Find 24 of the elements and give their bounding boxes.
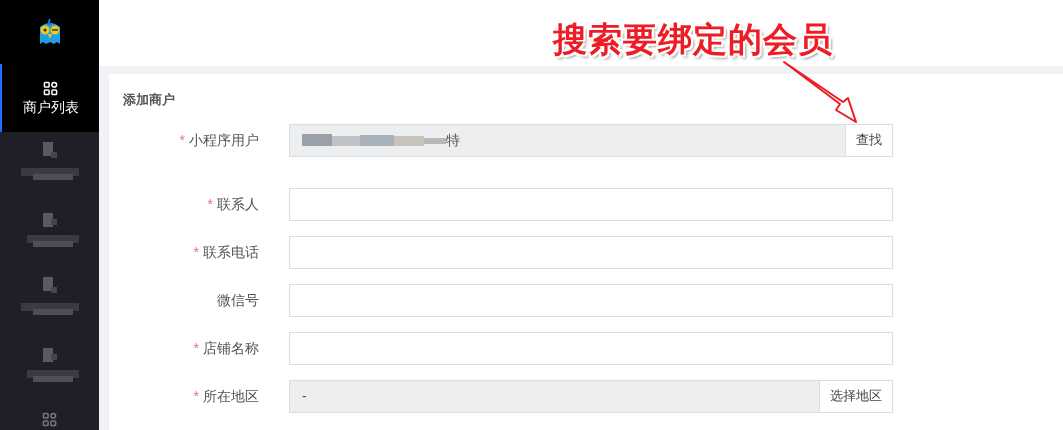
required-asterisk: * xyxy=(179,130,185,150)
picker-field[interactable]: 特 查找 xyxy=(289,123,893,157)
required-asterisk: * xyxy=(207,194,213,214)
field-label: 微信号 xyxy=(217,290,259,310)
field-label: 联系人 xyxy=(217,194,259,214)
field-value: - xyxy=(302,386,307,406)
required-asterisk: * xyxy=(193,338,199,358)
sidebar-item[interactable]: 商户列表 xyxy=(0,64,99,132)
picker-field[interactable]: - 选择地区 xyxy=(289,379,893,413)
required-asterisk: * xyxy=(193,386,199,406)
form-title: 添加商户 xyxy=(123,91,175,109)
required-asterisk: * xyxy=(193,242,199,262)
field-value: 特 xyxy=(446,130,460,150)
field-label: 小程序用户 xyxy=(189,130,259,150)
input-field[interactable] xyxy=(289,283,893,317)
field-label: 店铺名称 xyxy=(203,338,259,358)
grid-icon xyxy=(42,412,57,428)
input-field[interactable] xyxy=(289,187,893,221)
annotation-text: 搜索要绑定的会员 xyxy=(553,22,833,56)
field-label: 联系电话 xyxy=(203,242,259,262)
input-field[interactable] xyxy=(289,331,893,365)
field-label: 所在地区 xyxy=(203,386,259,406)
input-field[interactable] xyxy=(289,235,893,269)
grid-icon xyxy=(43,81,58,97)
